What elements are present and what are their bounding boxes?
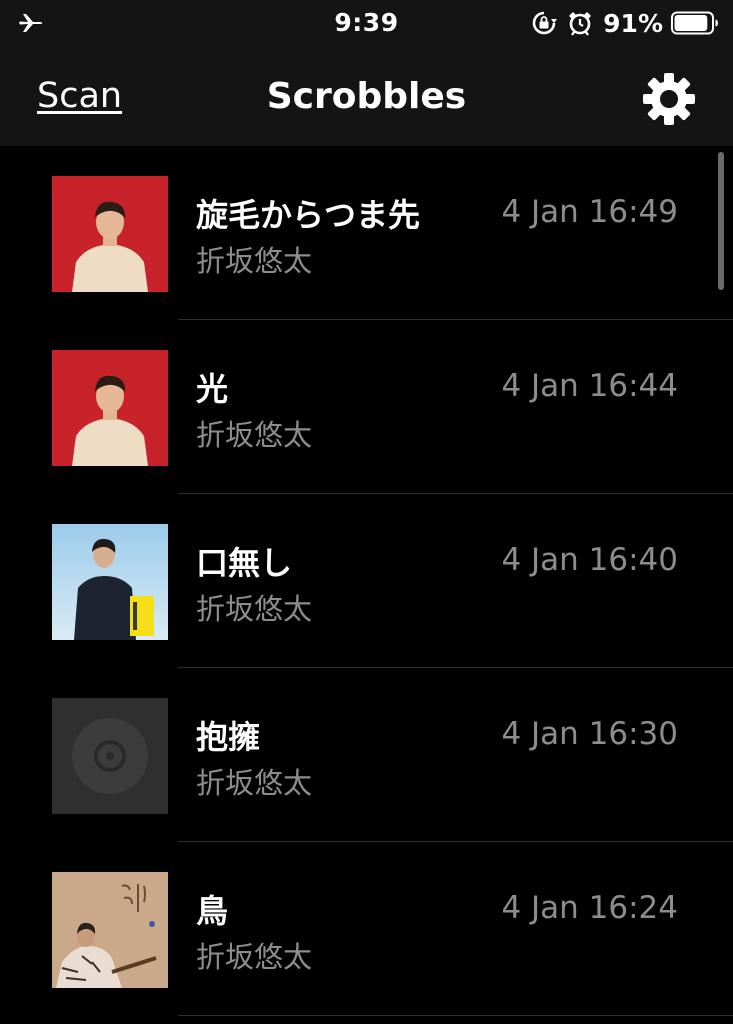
gear-icon[interactable] xyxy=(640,70,698,128)
scrobble-time: 4 Jan 16:49 xyxy=(501,194,678,230)
album-artwork xyxy=(52,350,168,466)
track-title: 口無し xyxy=(196,544,293,582)
scrobble-time: 4 Jan 16:30 xyxy=(501,716,678,752)
album-artwork xyxy=(52,872,168,988)
status-right-group: 91% xyxy=(531,8,719,38)
album-artwork-placeholder xyxy=(52,698,168,814)
alarm-icon xyxy=(569,12,592,36)
list-item[interactable]: 光 折坂悠太 4 Jan 16:44 xyxy=(0,320,733,494)
battery-fill xyxy=(674,15,708,31)
track-title: 抱擁 xyxy=(196,718,261,756)
navigation-bar: Scan Scrobbles xyxy=(0,48,733,146)
disc-icon xyxy=(52,698,168,814)
list-item[interactable]: 旋毛からつま先 折坂悠太 4 Jan 16:49 xyxy=(0,146,733,320)
list-item[interactable]: 抱擁 折坂悠太 4 Jan 16:30 xyxy=(0,668,733,842)
orientation-lock-icon xyxy=(532,11,558,35)
scrollbar[interactable] xyxy=(718,152,724,290)
list-item[interactable]: 鳥 折坂悠太 4 Jan 16:24 xyxy=(0,842,733,1016)
track-title: 旋毛からつま先 xyxy=(196,196,421,234)
status-bar: 9:39 91% xyxy=(0,0,733,48)
list-item[interactable]: 口無し 折坂悠太 4 Jan 16:40 xyxy=(0,494,733,668)
battery-icon xyxy=(671,11,718,35)
track-artist: 折坂悠太 xyxy=(196,940,313,974)
track-artist: 折坂悠太 xyxy=(196,418,313,452)
scrobble-time: 4 Jan 16:40 xyxy=(501,542,678,578)
battery-percent: 91% xyxy=(603,8,663,38)
track-artist: 折坂悠太 xyxy=(196,244,313,278)
album-artwork xyxy=(52,524,168,640)
row-divider xyxy=(178,1015,733,1016)
album-artwork xyxy=(52,176,168,292)
page-title: Scrobbles xyxy=(266,76,467,117)
scrobble-list[interactable]: 旋毛からつま先 折坂悠太 4 Jan 16:49 光 折坂悠太 4 Jan 16… xyxy=(0,146,733,1024)
scrobble-time: 4 Jan 16:44 xyxy=(501,368,678,404)
scrobble-time: 4 Jan 16:24 xyxy=(501,890,678,926)
track-title: 光 xyxy=(196,370,229,408)
track-title: 鳥 xyxy=(196,892,229,930)
track-artist: 折坂悠太 xyxy=(196,766,313,800)
track-artist: 折坂悠太 xyxy=(196,592,313,626)
